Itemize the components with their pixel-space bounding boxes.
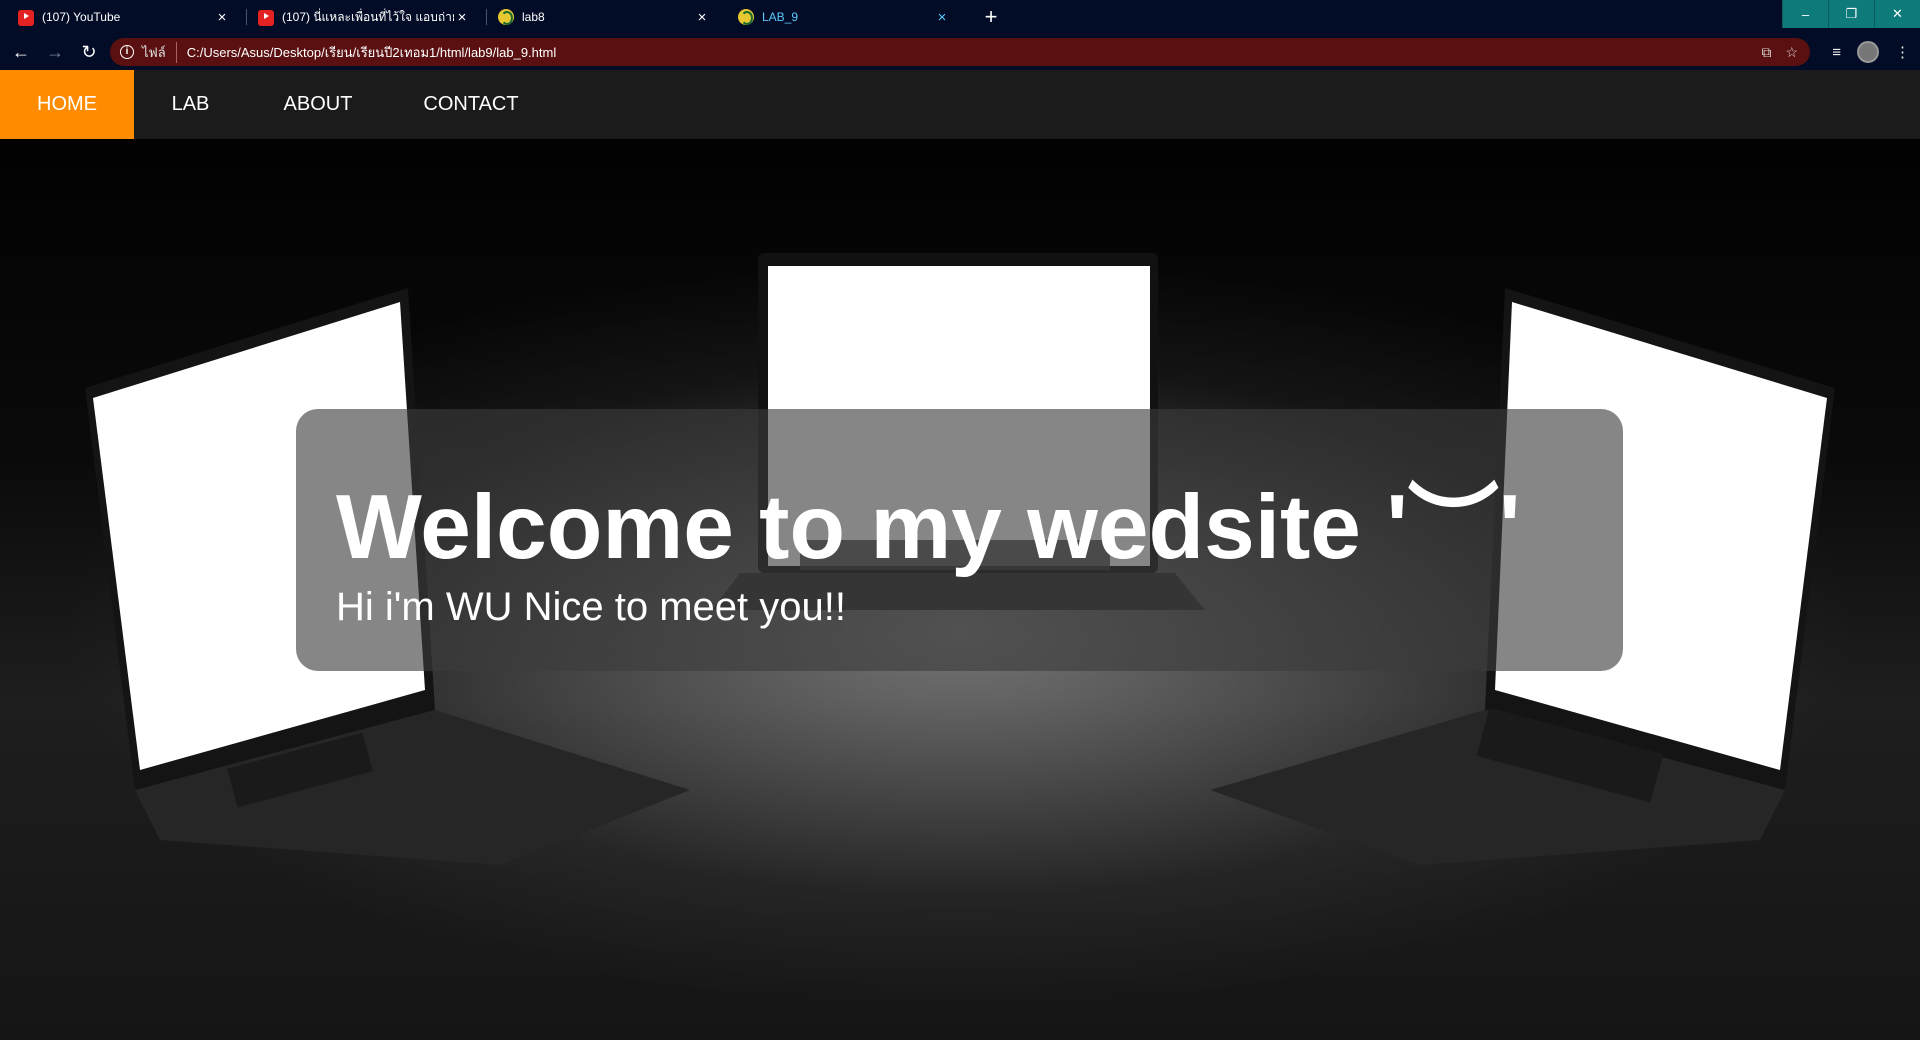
site-navbar: HOME LAB ABOUT CONTACT [0, 70, 1920, 139]
window-controls: – ❐ ✕ [1782, 0, 1920, 28]
tab-youtube[interactable]: (107) YouTube × [0, 0, 240, 34]
minimize-button[interactable]: – [1782, 0, 1828, 28]
restore-button[interactable]: ❐ [1828, 0, 1874, 28]
close-window-button[interactable]: ✕ [1874, 0, 1920, 28]
page-viewport: HOME LAB ABOUT CONTACT Welcome to my wed… [0, 70, 1920, 1040]
nav-lab[interactable]: LAB [134, 70, 247, 139]
profile-avatar[interactable] [1857, 41, 1879, 63]
media-control-icon[interactable]: ≡ [1832, 44, 1841, 61]
youtube-icon [258, 9, 274, 26]
globe-icon [498, 9, 514, 25]
nav-about[interactable]: ABOUT [247, 70, 389, 139]
hero-banner: Welcome to my wedsite '︶' Hi i'm WU Nice… [296, 409, 1623, 671]
address-scheme-label: ไฟล์ [142, 41, 177, 63]
tab-lab8[interactable]: lab8 × [480, 0, 720, 34]
tab-title: lab8 [522, 10, 545, 24]
nav-home[interactable]: HOME [0, 70, 134, 139]
tab-title: LAB_9 [762, 10, 799, 24]
address-bar[interactable]: i ไฟล์ C:/Users/Asus/Desktop/เรียน/เรียน… [110, 38, 1810, 66]
tab-close-icon[interactable]: × [934, 9, 950, 26]
back-button[interactable]: ← [8, 39, 34, 65]
tab-lab9[interactable]: LAB_9 × [720, 0, 960, 34]
tab-close-icon[interactable]: × [214, 9, 230, 26]
globe-icon [738, 9, 754, 25]
menu-dots-icon[interactable]: ⋮ [1895, 43, 1910, 61]
hero-title: Welcome to my wedsite '︶' [336, 477, 1521, 578]
tab-close-icon[interactable]: × [694, 9, 710, 26]
youtube-icon [18, 9, 34, 26]
hero-subtitle: Hi i'm WU Nice to meet you!! [336, 585, 846, 629]
bookmark-star-icon[interactable]: ☆ [1785, 44, 1798, 61]
new-tab-button[interactable]: + [978, 4, 1004, 30]
nav-contact[interactable]: CONTACT [389, 70, 553, 139]
tab-youtube-video[interactable]: (107) นี่แหละเพื่อนที่ไว้ใจ แอบถ่ายตอน × [240, 0, 480, 34]
reload-button[interactable]: ↻ [76, 39, 102, 65]
info-icon[interactable]: i [120, 45, 134, 59]
translate-icon[interactable]: ⧉ [1761, 44, 1771, 61]
forward-button[interactable]: → [42, 39, 68, 65]
browser-toolbar: ← → ↻ i ไฟล์ C:/Users/Asus/Desktop/เรียน… [0, 34, 1920, 70]
browser-tabstrip: (107) YouTube × (107) นี่แหละเพื่อนที่ไว… [0, 0, 1920, 34]
address-url[interactable]: C:/Users/Asus/Desktop/เรียน/เรียนปี2เทอม… [187, 42, 557, 63]
tab-title: (107) YouTube [42, 10, 121, 24]
tab-close-icon[interactable]: × [454, 9, 470, 26]
tab-title: (107) นี่แหละเพื่อนที่ไว้ใจ แอบถ่ายตอน [282, 9, 454, 24]
